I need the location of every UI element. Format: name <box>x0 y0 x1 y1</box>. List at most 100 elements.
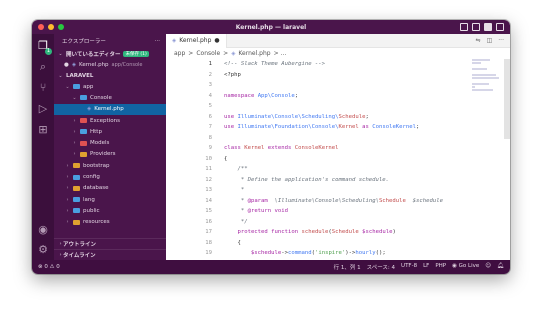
layout-controls <box>460 23 504 31</box>
project-section[interactable]: ⌄ LARAVEL <box>54 70 166 81</box>
php-file-icon: ◈ <box>172 37 177 44</box>
tab-kernel-php[interactable]: ◈ Kernel.php ● <box>166 33 227 48</box>
explorer-icon[interactable]: ❐ 1 <box>37 40 52 55</box>
toggle-secondary-sidebar-icon[interactable] <box>484 23 492 31</box>
tree-item-label: Providers <box>90 151 116 158</box>
php-file-icon: ◈ <box>87 106 92 113</box>
tree-item[interactable]: › Providers <box>54 149 166 160</box>
code-token: namespace <box>224 92 258 99</box>
code-token: extends <box>264 145 295 152</box>
code-token: Schedule <box>338 113 366 120</box>
code-editor[interactable]: 1 <!-- Slack Theme Aubergine --> 2 <?php 3 4 n… <box>166 59 496 274</box>
chevron-right-icon: › <box>66 174 69 181</box>
folder-icon <box>73 208 80 214</box>
tree-item-label: app <box>83 83 94 90</box>
toggle-panel-icon[interactable] <box>472 23 480 31</box>
editor-scrollbar[interactable] <box>504 59 510 139</box>
problems-indicator[interactable]: ⊗ 0 ⚠ 0 <box>38 264 60 270</box>
file-tree: ⌄ app ⌄ Console ◈ Kernel.php › Exceptions › Http ›… <box>54 81 166 228</box>
code-token: ConsoleKernel <box>372 124 417 131</box>
minimize-window-button[interactable] <box>48 24 54 30</box>
tree-item[interactable]: › Exceptions <box>54 115 166 126</box>
code-token: schedule <box>301 229 329 236</box>
code-token: <?php <box>224 71 241 78</box>
chevron-right-icon: › <box>73 128 76 135</box>
feedback-icon[interactable]: ☺ <box>485 263 491 271</box>
explorer-sidebar: エクスプローラー ··· ⌄ 開いているエディター 未保存 (1) ● ◈ Ke… <box>54 34 166 260</box>
breadcrumb-console[interactable]: Console <box>196 50 220 57</box>
tree-item-label: config <box>83 174 100 181</box>
folder-icon <box>80 95 87 101</box>
chevron-right-icon: › <box>73 117 76 124</box>
tree-item[interactable]: › Http <box>54 126 166 137</box>
code-token: @return <box>247 208 272 215</box>
code-line: 16 */ <box>166 217 496 228</box>
timeline-section[interactable]: › タイムライン <box>54 249 166 260</box>
split-editor-icon[interactable]: ◫ <box>487 37 493 44</box>
toggle-sidebar-icon[interactable] <box>460 23 468 31</box>
chevron-down-icon: ⌄ <box>58 72 63 79</box>
breadcrumb-file[interactable]: Kernel.php <box>238 50 270 57</box>
tab-modified-icon[interactable]: ● <box>214 37 219 44</box>
close-window-button[interactable] <box>38 24 44 30</box>
tree-item-label: Exceptions <box>90 117 120 124</box>
end-of-line[interactable]: LF <box>423 263 429 271</box>
breadcrumb-symbols[interactable]: > ... <box>274 50 287 57</box>
folder-icon <box>73 163 80 169</box>
code-line: 12 * Define the application's command sc… <box>166 175 496 186</box>
outline-section[interactable]: › アウトライン <box>54 238 166 249</box>
notifications-bell-icon[interactable]: 🔔︎ <box>497 263 504 271</box>
explorer-more-button[interactable]: ··· <box>155 38 160 44</box>
compare-icon[interactable]: ⇋ <box>476 37 481 44</box>
code-line: 6 use Illuminate\Console\Scheduling\ Sched… <box>166 112 496 123</box>
breadcrumb-app[interactable]: app <box>174 50 185 57</box>
tree-item[interactable]: ⌄ Console <box>54 92 166 103</box>
maximize-window-button[interactable] <box>58 24 64 30</box>
tree-item[interactable]: › lang <box>54 194 166 205</box>
folder-icon <box>73 185 80 191</box>
search-icon[interactable]: ⌕ <box>37 61 49 73</box>
code-line: 13 * <box>166 185 496 196</box>
extensions-icon[interactable]: ⊞ <box>37 124 49 136</box>
outline-label: アウトライン <box>63 242 97 248</box>
code-token: * Define the application's command sched… <box>224 176 390 183</box>
language-mode[interactable]: PHP <box>435 263 446 271</box>
tree-item[interactable]: › resources <box>54 217 166 228</box>
window-title: Kernel.php — laravel <box>235 23 307 31</box>
tree-item[interactable]: › database <box>54 183 166 194</box>
code-token: ConsoleKernel <box>294 145 339 152</box>
tree-item[interactable]: › config <box>54 171 166 182</box>
tree-item-label: public <box>83 207 100 214</box>
open-editors-section[interactable]: ⌄ 開いているエディター 未保存 (1) <box>54 48 166 59</box>
tree-item-label: Kernel.php <box>94 106 124 113</box>
customize-layout-icon[interactable] <box>496 23 504 31</box>
chevron-right-icon: › <box>66 162 69 169</box>
run-debug-icon[interactable]: ▷ <box>37 103 49 115</box>
tree-item[interactable]: › public <box>54 205 166 216</box>
indentation[interactable]: スペース: 4 <box>367 263 395 271</box>
settings-gear-icon[interactable]: ⚙ <box>37 244 49 256</box>
account-icon[interactable]: ◉ <box>37 224 49 236</box>
code-token: ; <box>294 92 299 99</box>
source-control-icon[interactable]: ⑂ <box>37 82 49 94</box>
tree-item[interactable]: › bootstrap <box>54 160 166 171</box>
cursor-position[interactable]: 行 1、列 1 <box>334 263 361 271</box>
tree-item[interactable]: › Models <box>54 137 166 148</box>
minimap[interactable] <box>472 59 502 99</box>
more-actions-icon[interactable]: ··· <box>498 37 504 44</box>
open-editor-file: Kernel.php <box>79 61 109 68</box>
tree-item[interactable]: ⌄ app <box>54 81 166 92</box>
code-token: hourly <box>355 250 376 257</box>
chevron-right-icon: › <box>73 140 76 147</box>
open-editor-item[interactable]: ● ◈ Kernel.php app/Console <box>54 59 166 70</box>
line-number: 9 <box>208 145 212 152</box>
php-file-icon: ◈ <box>71 61 77 68</box>
code-token: App\Console <box>257 92 295 99</box>
tab-label: Kernel.php <box>179 37 212 44</box>
line-number: 18 <box>205 239 212 246</box>
tree-item-label: lang <box>83 196 95 203</box>
code-line: 19 $schedule -> command('inspire')-> hourly… <box>166 248 496 259</box>
go-live-button[interactable]: ◉ Go Live <box>452 263 479 271</box>
tree-item[interactable]: ◈ Kernel.php <box>54 103 166 115</box>
encoding[interactable]: UTF-8 <box>401 263 417 271</box>
